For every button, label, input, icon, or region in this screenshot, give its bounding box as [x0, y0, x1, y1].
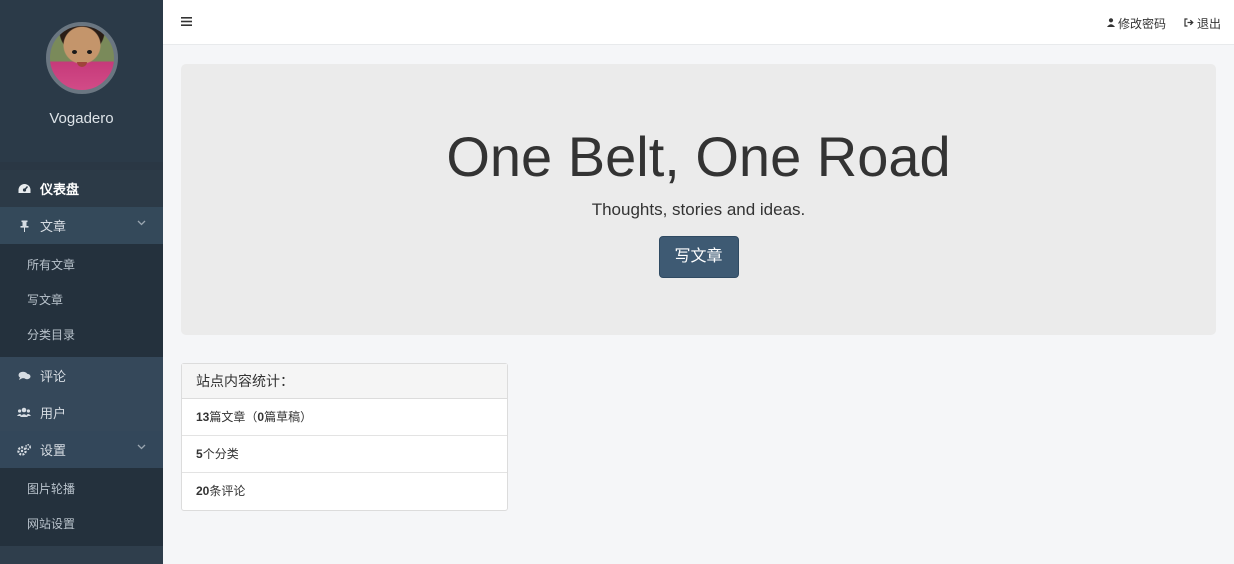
stats-heading: 站点内容统计：	[182, 364, 507, 399]
user-icon	[1106, 17, 1115, 30]
page-title: One Belt, One Road	[446, 125, 951, 188]
submenu-item-categories[interactable]: 分类目录	[0, 318, 163, 353]
categories-count: 5	[196, 447, 203, 461]
change-password-label: 修改密码	[1117, 17, 1166, 31]
change-password-link[interactable]: 修改密码	[1106, 15, 1166, 32]
logout-link[interactable]: 退出	[1184, 15, 1221, 32]
sidebar-item-users[interactable]: 用户	[0, 394, 163, 431]
comments-text: 条评论	[209, 484, 246, 498]
logout-label: 退出	[1196, 17, 1221, 31]
page-subtitle: Thoughts, stories and ideas.	[591, 200, 806, 219]
pushpin-icon	[17, 219, 31, 233]
sidebar-item-settings[interactable]: 设置	[0, 431, 163, 468]
jumbotron: One Belt, One Road Thoughts, stories and…	[181, 64, 1216, 335]
comments-count: 20	[196, 484, 210, 498]
sidebar-item-label: 设置	[40, 443, 67, 458]
submenu-item-write-article[interactable]: 写文章	[0, 283, 163, 318]
articles-count: 13	[196, 410, 210, 424]
stats-row-comments: 20条评论	[182, 473, 507, 510]
hamburger-icon[interactable]	[181, 13, 192, 30]
sidebar-item-articles[interactable]: 文章	[0, 207, 163, 244]
profile-panel: Vogadero	[0, 0, 163, 162]
chevron-down-icon	[137, 442, 146, 453]
dashboard-icon	[17, 182, 31, 196]
submenu-item-site-settings[interactable]: 网站设置	[0, 507, 163, 542]
sidebar-item-label: 评论	[40, 369, 67, 384]
sidebar-item-label: 文章	[40, 219, 67, 234]
sign-out-icon	[1184, 17, 1194, 30]
comments-icon	[17, 369, 31, 383]
top-links: 修改密码 退出	[1106, 15, 1221, 32]
sidebar-item-label: 仪表盘	[40, 182, 80, 197]
username: Vogadero	[49, 110, 114, 127]
sidebar-item-dashboard[interactable]: 仪表盘	[0, 170, 163, 207]
sidebar: Vogadero 仪表盘 文章 所有文章 写文章 分类目录 评论 用户 设置 图…	[0, 0, 163, 564]
articles-text: 篇文章（	[209, 410, 258, 424]
divider	[0, 162, 163, 170]
stats-row-articles: 13篇文章（0篇草稿）	[182, 399, 507, 436]
users-icon	[17, 406, 31, 420]
avatar[interactable]	[45, 22, 118, 94]
cogs-icon	[17, 443, 31, 457]
articles-submenu: 所有文章 写文章 分类目录	[0, 244, 163, 357]
top-navbar: 修改密码 退出	[163, 0, 1234, 45]
settings-submenu: 图片轮播 网站设置	[0, 468, 163, 546]
chevron-down-icon	[137, 218, 146, 229]
submenu-item-slides[interactable]: 图片轮播	[0, 472, 163, 507]
sidebar-item-comments[interactable]: 评论	[0, 357, 163, 394]
drafts-text: 篇草稿）	[264, 410, 313, 424]
site-stats-panel: 站点内容统计： 13篇文章（0篇草稿） 5个分类 20条评论	[181, 363, 508, 511]
write-article-button[interactable]: 写文章	[658, 236, 739, 278]
sidebar-item-label: 用户	[40, 406, 67, 421]
categories-text: 个分类	[202, 447, 239, 461]
submenu-item-all-articles[interactable]: 所有文章	[0, 248, 163, 283]
stats-row-categories: 5个分类	[182, 436, 507, 473]
